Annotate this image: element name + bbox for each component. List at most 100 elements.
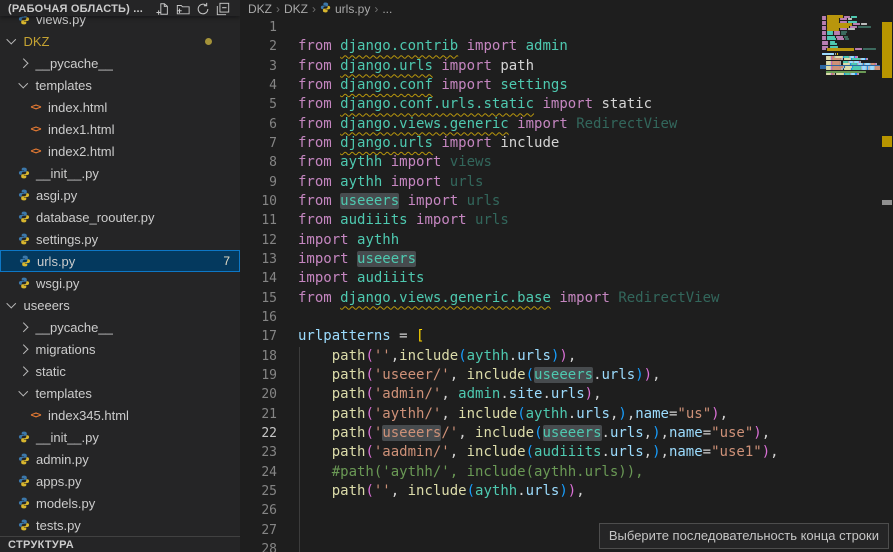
html-file-icon: <>	[28, 144, 43, 159]
code-line-content: from django.urls import path	[277, 58, 534, 74]
code-line[interactable]: 20 path('admin/', admin.site.urls),	[240, 385, 820, 404]
breadcrumb-item[interactable]: DKZ	[248, 2, 272, 16]
code-line[interactable]: 24 #path('aythh/', include(aythh.urls)),	[240, 463, 820, 482]
file-row[interactable]: asgi.py	[0, 184, 240, 206]
minimap-line-bar	[841, 33, 845, 35]
code-token: .	[509, 348, 517, 364]
folder-row[interactable]: DKZ	[0, 30, 240, 52]
code-line[interactable]: 22 path('useeers/', include(useeers.urls…	[240, 424, 820, 443]
code-line[interactable]: 18 path('',include(aythh.urls)),	[240, 347, 820, 366]
code-line[interactable]: 1	[240, 18, 820, 37]
code-line[interactable]: 17urlpatterns = [	[240, 327, 820, 346]
code-line[interactable]: 3from django.urls import path	[240, 57, 820, 76]
file-row[interactable]: urls.py7	[0, 250, 240, 272]
code-line[interactable]: 23 path('aadmin/', include(audiiits.urls…	[240, 443, 820, 462]
code-token: )	[559, 483, 567, 499]
file-row[interactable]: <>index1.html	[0, 118, 240, 140]
code-token: useeers	[534, 367, 593, 383]
code-token	[382, 174, 390, 190]
file-row[interactable]: __init__.py	[0, 426, 240, 448]
breadcrumb-item[interactable]: DKZ	[284, 2, 308, 16]
tree-item-label: index2.html	[48, 144, 114, 159]
breadcrumb-item[interactable]: urls.py	[320, 2, 370, 16]
code-line[interactable]: 16	[240, 308, 820, 327]
code-token: (	[365, 444, 373, 460]
code-line[interactable]: 12import aythh	[240, 231, 820, 250]
folder-row[interactable]: __pycache__	[0, 52, 240, 74]
code-line[interactable]: 26	[240, 501, 820, 520]
file-row[interactable]: <>index345.html	[0, 404, 240, 426]
code-area[interactable]: 12from django.contrib import admin3from …	[240, 18, 820, 552]
code-token: )	[711, 406, 719, 422]
file-row[interactable]: __init__.py	[0, 162, 240, 184]
code-token: aythh	[340, 174, 382, 190]
code-token: from	[298, 135, 340, 151]
code-line[interactable]: 5from django.conf.urls.static import sta…	[240, 95, 820, 114]
chevron-right-icon	[19, 322, 28, 331]
code-token: path	[332, 367, 366, 383]
code-token: .	[542, 386, 550, 402]
minimap[interactable]	[820, 0, 880, 552]
folder-row[interactable]: useeers	[0, 294, 240, 316]
code-token: from	[298, 77, 340, 93]
new-file-icon[interactable]	[156, 2, 170, 16]
code-token: ,	[593, 386, 601, 402]
file-row[interactable]: admin.py	[0, 448, 240, 470]
folder-row[interactable]: static	[0, 360, 240, 382]
code-token: .	[517, 483, 525, 499]
code-line[interactable]: 7from django.urls import include	[240, 134, 820, 153]
code-line-content: from audiiits import urls	[277, 212, 509, 228]
file-row[interactable]: tests.py	[0, 514, 240, 536]
code-line[interactable]: 11from audiiits import urls	[240, 211, 820, 230]
code-line[interactable]: 4from django.conf import settings	[240, 76, 820, 95]
code-line-content: path('aadmin/', include(audiiits.urls,),…	[277, 444, 779, 460]
code-line[interactable]: 8from aythh import views	[240, 153, 820, 172]
file-row[interactable]: wsgi.py	[0, 272, 240, 294]
file-row[interactable]: database_roouter.py	[0, 206, 240, 228]
new-folder-icon[interactable]	[176, 2, 190, 16]
overview-ruler[interactable]	[880, 0, 893, 552]
file-row[interactable]: models.py	[0, 492, 240, 514]
folder-row[interactable]: migrations	[0, 338, 240, 360]
code-token: useeers	[543, 425, 602, 441]
code-token: (	[365, 406, 373, 422]
editor-pane[interactable]: DKZ›DKZ› urls.py›... 12from django.contr…	[240, 0, 893, 552]
minimap-line-bar	[858, 26, 871, 28]
code-token: aythh	[467, 348, 509, 364]
code-line[interactable]: 2from django.contrib import admin	[240, 37, 820, 56]
chevron-down-icon	[19, 387, 28, 396]
code-line[interactable]: 25 path('', include(aythh.urls)),	[240, 482, 820, 501]
code-line[interactable]: 13import useeers	[240, 250, 820, 269]
code-line[interactable]: 15from django.views.generic.base import …	[240, 289, 820, 308]
file-row[interactable]: <> index2.html	[0, 140, 240, 162]
folder-row[interactable]: __pycache__	[0, 316, 240, 338]
code-line[interactable]: 19 path('useeer/', include(useeers.urls)…	[240, 366, 820, 385]
code-token	[568, 116, 576, 132]
code-token: ,	[391, 483, 408, 499]
code-token: from	[298, 212, 340, 228]
folder-row[interactable]: templates	[0, 74, 240, 96]
folder-row[interactable]: templates	[0, 382, 240, 404]
outline-section-header[interactable]: СТРУКТУРА	[0, 536, 240, 552]
file-row[interactable]: apps.py	[0, 470, 240, 492]
code-line[interactable]: 6from django.views.generic import Redire…	[240, 115, 820, 134]
code-token: =	[391, 328, 416, 344]
code-token: import	[391, 154, 442, 170]
file-row[interactable]: <>index.html	[0, 96, 240, 118]
code-line[interactable]: 14import audiiits	[240, 269, 820, 288]
ruler-mark	[882, 200, 892, 205]
breadcrumb-item[interactable]: ...	[382, 2, 392, 16]
collapse-all-icon[interactable]	[216, 2, 230, 16]
minimap-line-bar	[852, 58, 860, 60]
line-number: 8	[240, 153, 277, 172]
file-row[interactable]: settings.py	[0, 228, 240, 250]
explorer-header: (РАБОЧАЯ ОБЛАСТЬ) ...	[0, 0, 240, 16]
code-line[interactable]: 10from useeers import urls	[240, 192, 820, 211]
code-line[interactable]: 21 path('aythh/', include(aythh.urls,),n…	[240, 405, 820, 424]
code-line-content: path('', include(aythh.urls)),	[277, 483, 585, 499]
tree-item-label: useeers	[24, 298, 70, 313]
refresh-icon[interactable]	[196, 2, 210, 16]
tree-item-label: wsgi.py	[36, 276, 79, 291]
tree-item-label: database_roouter.py	[36, 210, 155, 225]
code-line[interactable]: 9from aythh import urls	[240, 173, 820, 192]
